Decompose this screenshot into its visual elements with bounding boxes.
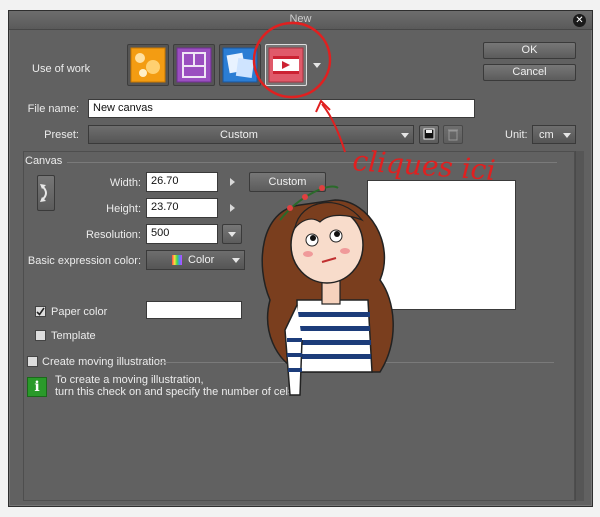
checkmark-icon xyxy=(36,307,45,316)
canvas-divider xyxy=(67,162,557,163)
paper-color-checkbox[interactable] xyxy=(35,306,46,317)
preset-label: Preset: xyxy=(44,129,79,141)
info-icon: i xyxy=(27,377,47,397)
illustration-option[interactable] xyxy=(127,44,169,86)
moving-illustration-divider xyxy=(159,362,554,363)
resolution-label: Resolution: xyxy=(85,229,141,241)
animation-option[interactable] xyxy=(265,44,307,86)
use-of-work-label: Use of work xyxy=(32,63,91,75)
file-name-label: File name: xyxy=(27,103,79,115)
width-input[interactable]: 26.70 xyxy=(146,172,218,192)
rotate-icon xyxy=(40,184,47,202)
use-of-work-dropdown[interactable] xyxy=(310,44,324,86)
paper-color-label: Paper color xyxy=(51,306,108,318)
comic-option[interactable] xyxy=(173,44,215,86)
ok-button[interactable]: OK xyxy=(483,42,576,59)
trash-icon xyxy=(448,129,458,141)
canvas-preview xyxy=(367,180,516,310)
chevron-down-icon xyxy=(232,258,240,263)
template-label: Template xyxy=(51,330,96,342)
preset-select[interactable]: Custom xyxy=(88,125,414,144)
comic-page-icon xyxy=(176,47,212,83)
chevron-down-icon xyxy=(313,63,321,68)
canvas-section-label: Canvas xyxy=(25,155,63,167)
chevron-down-icon xyxy=(401,132,409,138)
moving-illustration-info-line-1: To create a moving illustration, xyxy=(55,374,204,386)
unit-label: Unit: xyxy=(505,129,528,141)
swap-orientation-button[interactable] xyxy=(37,175,55,211)
illustration-icon xyxy=(130,47,166,83)
moving-illustration-info-line-2: turn this check on and specify the numbe… xyxy=(55,386,297,398)
expression-color-value: Color xyxy=(188,254,215,266)
file-name-input[interactable]: New canvas xyxy=(88,99,475,118)
moving-illustration-checkbox[interactable] xyxy=(27,356,38,367)
all-settings-icon xyxy=(222,47,258,83)
height-input[interactable]: 23.70 xyxy=(146,198,218,218)
height-increment-icon[interactable] xyxy=(230,204,235,212)
width-increment-icon[interactable] xyxy=(230,178,235,186)
title-bar: New ✕ xyxy=(9,11,592,30)
all-settings-option[interactable] xyxy=(219,44,261,86)
template-checkbox[interactable] xyxy=(35,330,46,341)
paper-color-swatch[interactable] xyxy=(146,301,242,319)
width-label: Width: xyxy=(109,177,141,189)
preset-value: Custom xyxy=(220,129,258,141)
unit-select[interactable]: cm xyxy=(532,125,576,144)
save-preset-button[interactable] xyxy=(419,125,439,144)
cancel-button[interactable]: Cancel xyxy=(483,64,576,81)
color-swatch-icon xyxy=(172,255,182,265)
size-preset-button[interactable]: Custom xyxy=(249,172,326,192)
new-canvas-dialog: New ✕ OK Cancel Use of work File name: N… xyxy=(8,10,593,507)
chevron-down-icon xyxy=(563,132,571,138)
window-title: New xyxy=(289,13,312,25)
save-icon xyxy=(423,128,435,140)
height-label: Height: xyxy=(106,203,141,215)
scrollbar[interactable] xyxy=(575,151,584,501)
expression-color-label: Basic expression color: xyxy=(27,255,141,267)
chevron-down-icon xyxy=(228,232,236,237)
unit-value: cm xyxy=(539,129,554,141)
resolution-dropdown-button[interactable] xyxy=(222,224,242,244)
film-icon xyxy=(268,47,304,83)
expression-color-select[interactable]: Color xyxy=(146,250,245,270)
delete-preset-button[interactable] xyxy=(443,125,463,144)
close-icon[interactable]: ✕ xyxy=(573,14,586,27)
moving-illustration-label: Create moving illustration xyxy=(42,356,167,368)
resolution-input[interactable]: 500 xyxy=(146,224,218,244)
